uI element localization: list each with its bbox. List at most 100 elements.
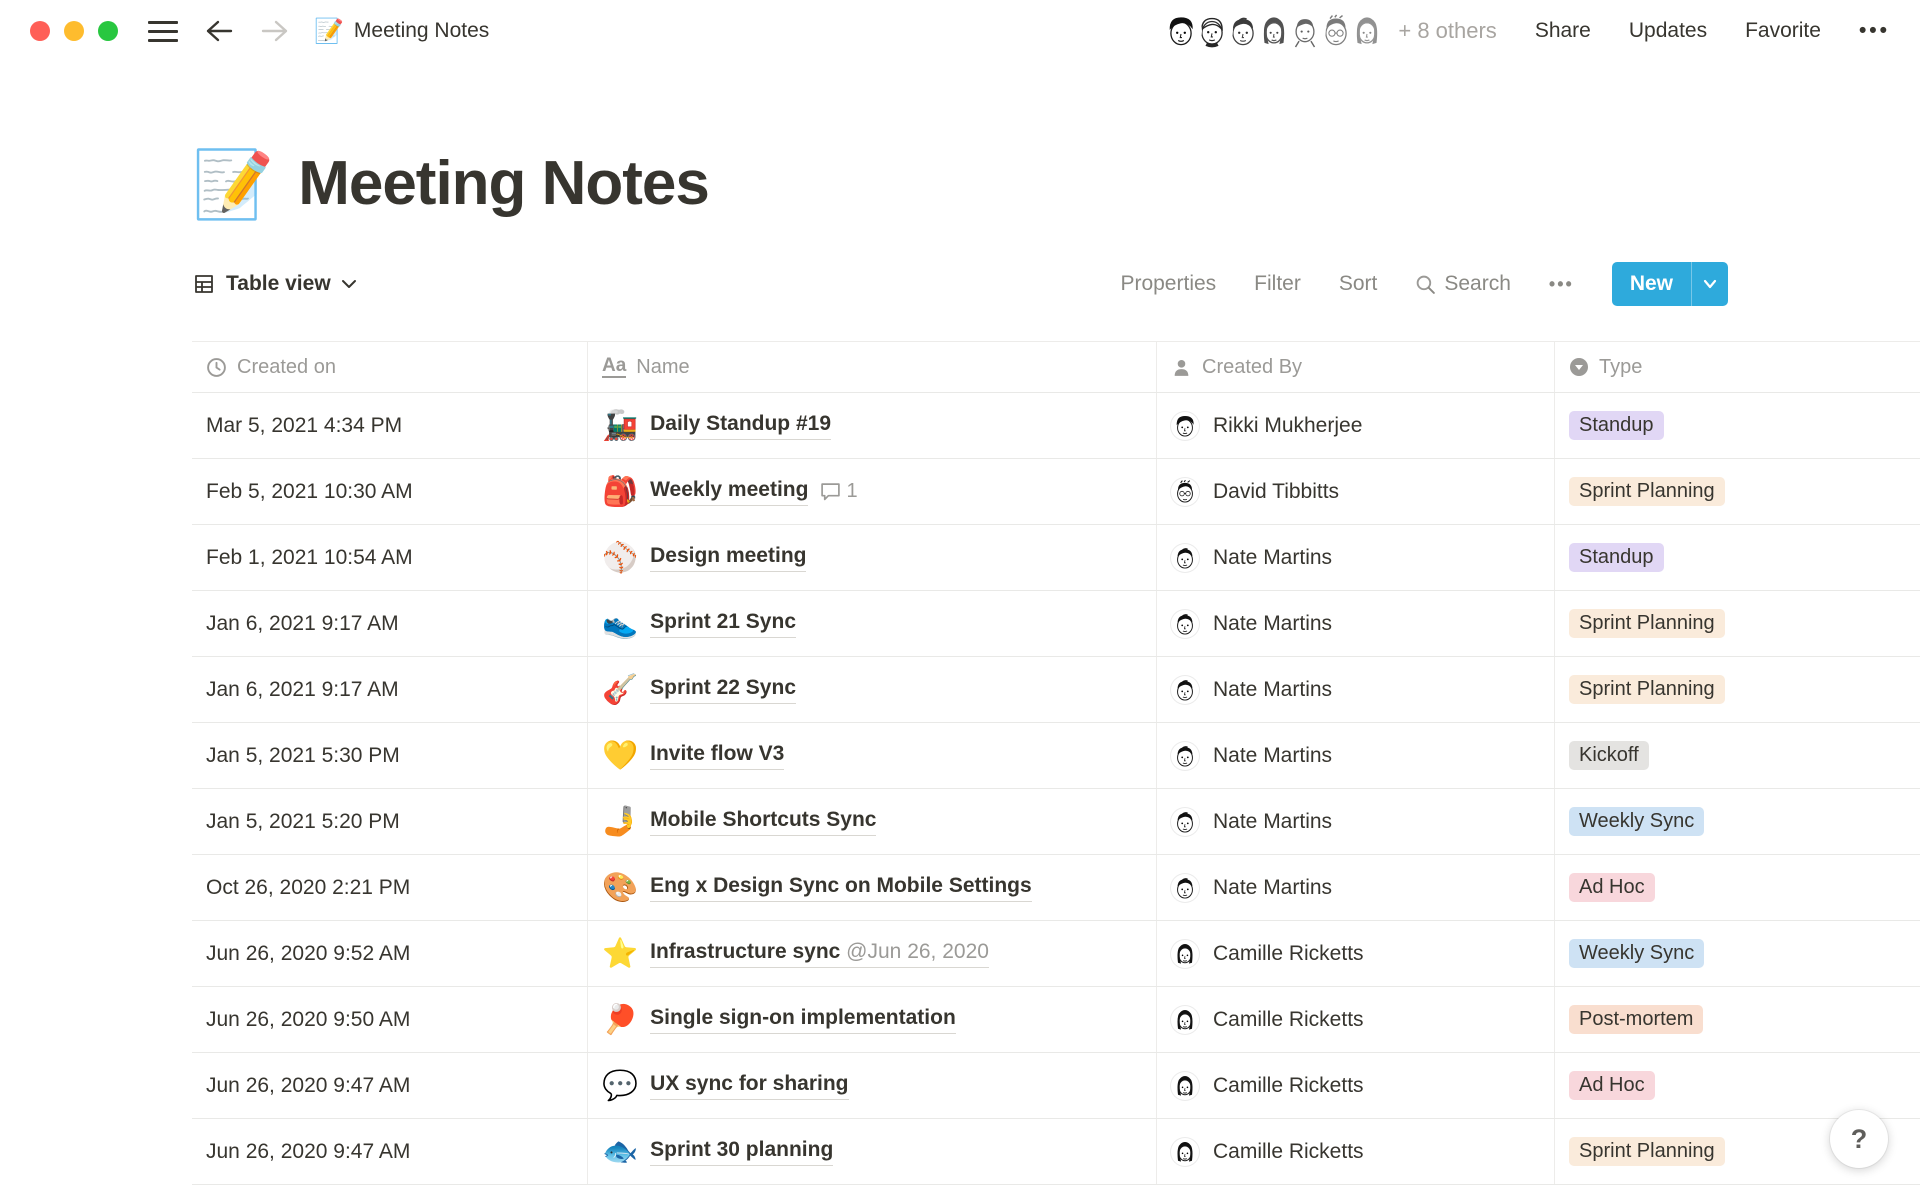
- type-tag[interactable]: Standup: [1569, 411, 1664, 440]
- created-on-cell[interactable]: Jan 6, 2021 9:17 AM: [192, 657, 588, 722]
- properties-button[interactable]: Properties: [1120, 272, 1216, 296]
- created-by-cell[interactable]: Camille Ricketts: [1157, 1119, 1555, 1184]
- created-on-cell[interactable]: Mar 5, 2021 4:34 PM: [192, 393, 588, 458]
- name-cell[interactable]: 🏓 Single sign-on implementation: [588, 987, 1157, 1052]
- table-row[interactable]: Jan 6, 2021 9:17 AM 👟 Sprint 21 Sync Nat…: [192, 591, 1920, 657]
- zoom-window-button[interactable]: [98, 21, 118, 41]
- page-link[interactable]: Sprint 30 planning: [650, 1138, 833, 1166]
- page-link[interactable]: Invite flow V3: [650, 742, 784, 770]
- sidebar-toggle-icon[interactable]: [148, 21, 178, 42]
- table-row[interactable]: Jan 5, 2021 5:30 PM 💛 Invite flow V3 Nat…: [192, 723, 1920, 789]
- name-cell[interactable]: 🐟 Sprint 30 planning: [588, 1119, 1157, 1184]
- type-cell[interactable]: Post-mortem: [1555, 987, 1920, 1052]
- new-button[interactable]: New: [1612, 262, 1728, 306]
- created-on-cell[interactable]: Feb 1, 2021 10:54 AM: [192, 525, 588, 590]
- created-by-cell[interactable]: Nate Martins: [1157, 855, 1555, 920]
- table-row[interactable]: Feb 1, 2021 10:54 AM ⚾ Design meeting Na…: [192, 525, 1920, 591]
- type-cell[interactable]: Sprint Planning: [1555, 591, 1920, 656]
- table-row[interactable]: Jun 26, 2020 9:47 AM 💬 UX sync for shari…: [192, 1053, 1920, 1119]
- type-cell[interactable]: Sprint Planning: [1555, 459, 1920, 524]
- page-icon[interactable]: 📝: [192, 151, 274, 217]
- type-tag[interactable]: Weekly Sync: [1569, 939, 1704, 968]
- type-cell[interactable]: Weekly Sync: [1555, 789, 1920, 854]
- table-row[interactable]: Feb 5, 2021 10:30 AM 🎒 Weekly meeting 1 …: [192, 459, 1920, 525]
- created-on-cell[interactable]: Feb 5, 2021 10:30 AM: [192, 459, 588, 524]
- type-tag[interactable]: Sprint Planning: [1569, 675, 1725, 704]
- page-link[interactable]: Single sign-on implementation: [650, 1006, 956, 1034]
- table-row[interactable]: Jun 26, 2020 9:50 AM 🏓 Single sign-on im…: [192, 987, 1920, 1053]
- comment-count-badge[interactable]: 1: [820, 480, 857, 503]
- created-by-cell[interactable]: David Tibbitts: [1157, 459, 1555, 524]
- type-cell[interactable]: Ad Hoc: [1555, 1053, 1920, 1118]
- page-link[interactable]: Sprint 21 Sync: [650, 610, 796, 638]
- close-window-button[interactable]: [30, 21, 50, 41]
- created-by-cell[interactable]: Camille Ricketts: [1157, 987, 1555, 1052]
- created-by-cell[interactable]: Nate Martins: [1157, 789, 1555, 854]
- created-by-cell[interactable]: Nate Martins: [1157, 723, 1555, 788]
- created-on-cell[interactable]: Oct 26, 2020 2:21 PM: [192, 855, 588, 920]
- new-button-label[interactable]: New: [1612, 262, 1691, 306]
- name-cell[interactable]: 🎨 Eng x Design Sync on Mobile Settings: [588, 855, 1157, 920]
- new-button-caret[interactable]: [1692, 262, 1728, 306]
- created-on-cell[interactable]: Jan 5, 2021 5:20 PM: [192, 789, 588, 854]
- table-row[interactable]: Mar 5, 2021 4:34 PM 🚂 Daily Standup #19 …: [192, 393, 1920, 459]
- type-cell[interactable]: Weekly Sync: [1555, 921, 1920, 986]
- type-tag[interactable]: Post-mortem: [1569, 1005, 1703, 1034]
- column-header-created-on[interactable]: Created on: [192, 342, 588, 392]
- created-by-cell[interactable]: Nate Martins: [1157, 591, 1555, 656]
- name-cell[interactable]: 🎸 Sprint 22 Sync: [588, 657, 1157, 722]
- column-header-name[interactable]: Aa Name: [588, 342, 1157, 392]
- name-cell[interactable]: 💬 UX sync for sharing: [588, 1053, 1157, 1118]
- type-tag[interactable]: Sprint Planning: [1569, 1137, 1725, 1166]
- page-link[interactable]: UX sync for sharing: [650, 1072, 848, 1100]
- table-row[interactable]: Jun 26, 2020 9:52 AM ⭐ Infrastructure sy…: [192, 921, 1920, 987]
- created-on-cell[interactable]: Jun 26, 2020 9:47 AM: [192, 1053, 588, 1118]
- created-on-cell[interactable]: Jan 6, 2021 9:17 AM: [192, 591, 588, 656]
- type-tag[interactable]: Kickoff: [1569, 741, 1649, 770]
- type-tag[interactable]: Sprint Planning: [1569, 609, 1725, 638]
- more-options-icon[interactable]: •••: [1859, 19, 1890, 43]
- type-cell[interactable]: Kickoff: [1555, 723, 1920, 788]
- created-on-cell[interactable]: Jun 26, 2020 9:50 AM: [192, 987, 588, 1052]
- page-link[interactable]: Daily Standup #19: [650, 412, 831, 440]
- type-tag[interactable]: Ad Hoc: [1569, 1071, 1655, 1100]
- search-button[interactable]: Search: [1415, 272, 1511, 296]
- type-cell[interactable]: Sprint Planning: [1555, 657, 1920, 722]
- favorite-button[interactable]: Favorite: [1745, 19, 1821, 43]
- created-by-cell[interactable]: Rikki Mukherjee: [1157, 393, 1555, 458]
- view-switcher[interactable]: Table view: [192, 272, 357, 296]
- type-cell[interactable]: Standup: [1555, 525, 1920, 590]
- page-title[interactable]: Meeting Notes: [298, 148, 709, 219]
- name-cell[interactable]: 👟 Sprint 21 Sync: [588, 591, 1157, 656]
- column-header-created-by[interactable]: Created By: [1157, 342, 1555, 392]
- others-count-label[interactable]: + 8 others: [1398, 18, 1496, 44]
- back-arrow-icon[interactable]: [204, 16, 234, 46]
- page-link[interactable]: Infrastructure sync @Jun 26, 2020: [650, 940, 989, 968]
- sort-button[interactable]: Sort: [1339, 272, 1378, 296]
- name-cell[interactable]: 💛 Invite flow V3: [588, 723, 1157, 788]
- created-on-cell[interactable]: Jun 26, 2020 9:47 AM: [192, 1119, 588, 1184]
- page-link[interactable]: Mobile Shortcuts Sync: [650, 808, 876, 836]
- type-tag[interactable]: Standup: [1569, 543, 1664, 572]
- name-cell[interactable]: 🎒 Weekly meeting 1: [588, 459, 1157, 524]
- name-cell[interactable]: ⚾ Design meeting: [588, 525, 1157, 590]
- created-by-cell[interactable]: Camille Ricketts: [1157, 921, 1555, 986]
- forward-arrow-icon[interactable]: [260, 16, 290, 46]
- table-row[interactable]: Jan 6, 2021 9:17 AM 🎸 Sprint 22 Sync Nat…: [192, 657, 1920, 723]
- name-cell[interactable]: 🤳 Mobile Shortcuts Sync: [588, 789, 1157, 854]
- name-cell[interactable]: 🚂 Daily Standup #19: [588, 393, 1157, 458]
- avatar-stack[interactable]: [1162, 12, 1386, 50]
- page-link[interactable]: Design meeting: [650, 544, 806, 572]
- view-options-icon[interactable]: •••: [1549, 274, 1574, 295]
- page-link[interactable]: Weekly meeting: [650, 478, 808, 506]
- type-tag[interactable]: Ad Hoc: [1569, 873, 1655, 902]
- page-link[interactable]: Sprint 22 Sync: [650, 676, 796, 704]
- name-cell[interactable]: ⭐ Infrastructure sync @Jun 26, 2020: [588, 921, 1157, 986]
- type-cell[interactable]: Ad Hoc: [1555, 855, 1920, 920]
- help-button[interactable]: ?: [1830, 1110, 1888, 1168]
- share-button[interactable]: Share: [1535, 19, 1591, 43]
- created-by-cell[interactable]: Camille Ricketts: [1157, 1053, 1555, 1118]
- date-mention[interactable]: @Jun 26, 2020: [840, 940, 989, 963]
- updates-button[interactable]: Updates: [1629, 19, 1707, 43]
- page-link[interactable]: Eng x Design Sync on Mobile Settings: [650, 874, 1032, 902]
